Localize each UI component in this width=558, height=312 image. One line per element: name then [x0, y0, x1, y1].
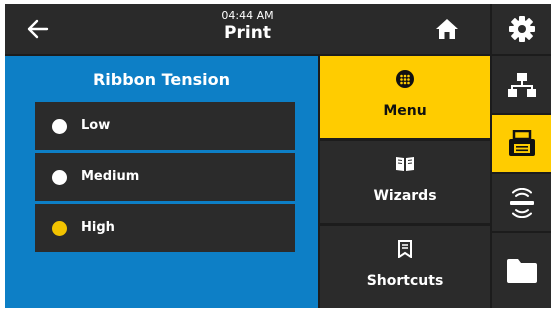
wizards-button[interactable]: Wizards: [320, 141, 490, 223]
network-icon: [507, 72, 536, 97]
folder-icon: [506, 258, 537, 283]
header-time: 04:44 AM: [221, 9, 274, 22]
option-label: Medium: [81, 169, 140, 184]
quick-access-panel: Menu Wizards Shortcuts: [320, 56, 490, 308]
ribbon-tension-panel: Ribbon Tension Low Medium High: [5, 56, 318, 308]
radio-unselected-icon: [52, 170, 67, 185]
option-medium[interactable]: Medium: [35, 153, 295, 201]
sidebar-item-network[interactable]: [492, 56, 551, 113]
dots-grid-icon: [395, 69, 415, 89]
radio-selected-icon: [52, 221, 67, 236]
option-high[interactable]: High: [35, 204, 295, 252]
option-label: Low: [81, 118, 111, 133]
sidebar-item-storage[interactable]: [492, 233, 551, 308]
option-label: High: [81, 220, 115, 235]
printer-screen: 04:44 AM Print Ribbon Tension Low Medium…: [5, 4, 551, 308]
header-bar: 04:44 AM Print: [5, 4, 490, 54]
wireless-connectivity-icon: [509, 187, 534, 218]
bookmark-icon: [395, 239, 415, 259]
home-button[interactable]: [434, 17, 460, 41]
menu-button-label: Menu: [383, 103, 427, 119]
open-book-icon: [395, 154, 415, 174]
sidebar-item-settings[interactable]: [492, 4, 551, 54]
shortcuts-button[interactable]: Shortcuts: [320, 226, 490, 308]
sidebar-item-connectivity[interactable]: [492, 174, 551, 231]
gear-icon: [508, 16, 535, 42]
menu-button[interactable]: Menu: [320, 56, 490, 138]
printer-icon: [508, 129, 535, 156]
page-title: Print: [224, 23, 271, 43]
wizards-button-label: Wizards: [373, 188, 437, 204]
option-low[interactable]: Low: [35, 102, 295, 150]
shortcuts-button-label: Shortcuts: [366, 273, 444, 289]
sidebar: [492, 4, 551, 308]
radio-unselected-icon: [52, 119, 67, 134]
sidebar-item-print[interactable]: [492, 115, 551, 172]
home-icon: [436, 19, 458, 39]
panel-title: Ribbon Tension: [92, 70, 231, 89]
